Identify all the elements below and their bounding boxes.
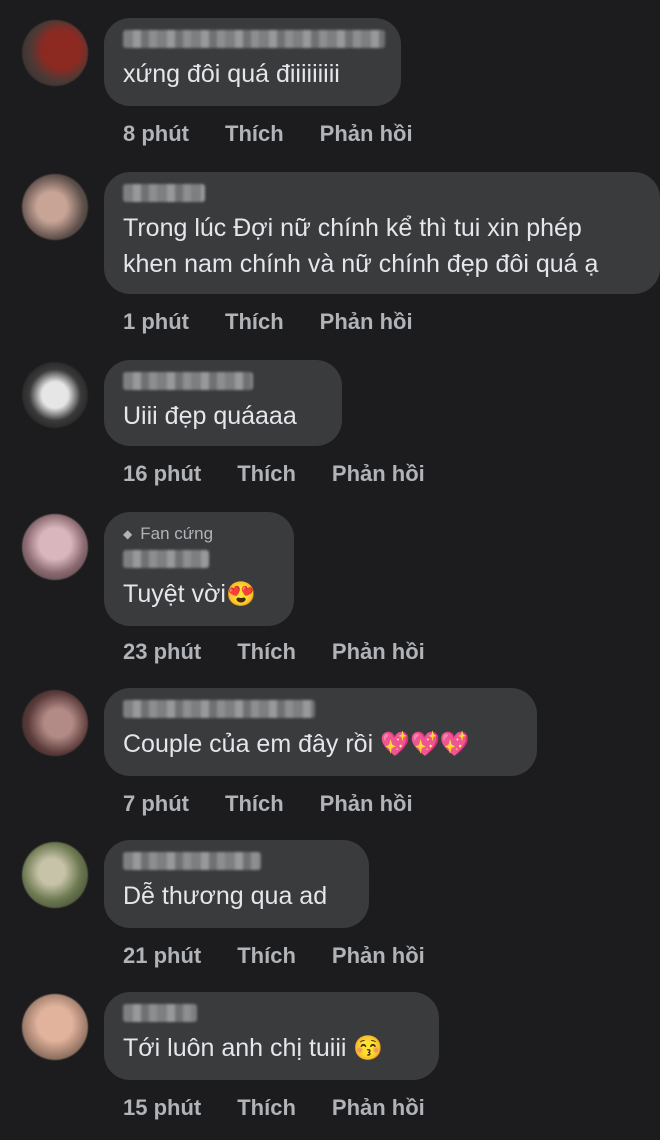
badge-label: Fan cứng — [140, 524, 214, 543]
comment-text: Tuyệt vời😍 — [123, 580, 256, 608]
like-button[interactable]: Thích — [225, 791, 284, 817]
reply-button[interactable]: Phản hồi — [320, 121, 413, 147]
avatar[interactable] — [22, 514, 88, 580]
avatar[interactable] — [22, 174, 88, 240]
avatar[interactable] — [22, 690, 88, 756]
heart-eyes-emoji-icon: 😍 — [226, 581, 256, 608]
fan-badge: ◆ Fan cứng — [123, 524, 276, 544]
author-name[interactable] — [123, 700, 315, 718]
time-label[interactable]: 7 phút — [123, 791, 189, 817]
comment-text-line-2: khen nam chính và nữ chính đẹp đôi quá ạ — [123, 250, 599, 278]
like-button[interactable]: Thích — [225, 309, 284, 335]
author-name[interactable] — [123, 30, 385, 48]
avatar[interactable] — [22, 994, 88, 1060]
reply-button[interactable]: Phản hồi — [320, 791, 413, 817]
like-button[interactable]: Thích — [237, 639, 296, 665]
comment-bubble: Uiii đẹp quáaaa — [104, 360, 342, 446]
like-button[interactable]: Thích — [225, 121, 284, 147]
comment-bubble: xứng đôi quá điiiiiiiii — [104, 18, 401, 106]
time-label[interactable]: 21 phút — [123, 943, 201, 969]
reply-button[interactable]: Phản hồi — [320, 309, 413, 335]
comment-actions: 8 phút Thích Phản hồi — [123, 121, 449, 147]
like-button[interactable]: Thích — [237, 461, 296, 487]
comment-bubble: ◆ Fan cứng Tuyệt vời😍 — [104, 512, 294, 626]
comment-text: Tới luôn anh chị tuiii 😚 — [123, 1034, 384, 1062]
time-label[interactable]: 23 phút — [123, 639, 201, 665]
comment-text: Couple của em đây rồi 💖💖💖 — [123, 730, 470, 758]
time-label[interactable]: 1 phút — [123, 309, 189, 335]
time-label[interactable]: 15 phút — [123, 1095, 201, 1121]
comment-bubble: Tới luôn anh chị tuiii 😚 — [104, 992, 439, 1080]
reply-button[interactable]: Phản hồi — [332, 639, 425, 665]
comment-actions: 15 phút Thích Phản hồi — [123, 1095, 461, 1121]
like-button[interactable]: Thích — [237, 943, 296, 969]
comment-bubble: Trong lúc Đợi nữ chính kể thì tui xin ph… — [104, 172, 660, 294]
comment-actions: 7 phút Thích Phản hồi — [123, 791, 449, 817]
reply-button[interactable]: Phản hồi — [332, 1095, 425, 1121]
reply-button[interactable]: Phản hồi — [332, 943, 425, 969]
comment-bubble: Dễ thương qua ad — [104, 840, 369, 928]
avatar[interactable] — [22, 842, 88, 908]
author-name[interactable] — [123, 852, 261, 870]
like-button[interactable]: Thích — [237, 1095, 296, 1121]
avatar[interactable] — [22, 20, 88, 86]
sparkling-heart-icon: 💖💖💖 — [380, 731, 470, 758]
author-name[interactable] — [123, 550, 209, 568]
reply-button[interactable]: Phản hồi — [332, 461, 425, 487]
comment-actions: 23 phút Thích Phản hồi — [123, 639, 461, 665]
kissing-face-icon: 😚 — [353, 1035, 384, 1062]
comment-text: Uiii đẹp quáaaa — [123, 402, 297, 430]
comment-text: Dễ thương qua ad — [123, 882, 328, 910]
author-name[interactable] — [123, 1004, 197, 1022]
time-label[interactable]: 16 phút — [123, 461, 201, 487]
comment-actions: 1 phút Thích Phản hồi — [123, 309, 449, 335]
comment-text: xứng đôi quá điiiiiiiii — [123, 60, 340, 88]
diamond-icon: ◆ — [123, 527, 133, 541]
time-label[interactable]: 8 phút — [123, 121, 189, 147]
comment-bubble: Couple của em đây rồi 💖💖💖 — [104, 688, 537, 776]
author-name[interactable] — [123, 372, 253, 390]
comment-actions: 21 phút Thích Phản hồi — [123, 943, 461, 969]
comment-text-line-1: Trong lúc Đợi nữ chính kể thì tui xin ph… — [123, 214, 582, 242]
avatar[interactable] — [22, 362, 88, 428]
author-name[interactable] — [123, 184, 205, 202]
comment-actions: 16 phút Thích Phản hồi — [123, 461, 461, 487]
